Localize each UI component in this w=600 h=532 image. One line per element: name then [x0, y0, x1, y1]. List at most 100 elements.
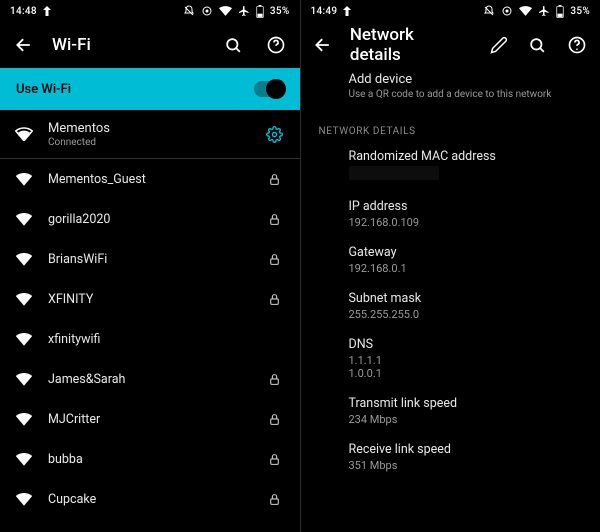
network-name: Mementos_Guest	[48, 172, 250, 187]
arrow-left-icon	[14, 35, 34, 55]
detail-value: 234 Mbps	[349, 413, 583, 426]
detail-row: Receive link speed 351 Mbps	[301, 434, 600, 480]
lock-icon	[268, 252, 281, 267]
wifi-icon	[15, 372, 33, 386]
page-title: Wi-Fi	[52, 35, 91, 55]
detail-row: Randomized MAC address	[301, 141, 600, 191]
network-name: Cupcake	[48, 492, 250, 507]
detail-key: IP address	[349, 199, 583, 214]
wifi-icon	[15, 252, 33, 266]
use-wifi-toggle-row[interactable]: Use Wi-Fi	[0, 68, 300, 110]
battery-percent: 35%	[270, 6, 290, 17]
lock-icon	[268, 372, 281, 387]
clock: 14:49	[311, 6, 338, 17]
page-title: Network details	[350, 25, 458, 65]
detail-row: IP address192.168.0.109	[301, 191, 600, 237]
wifi-icon	[15, 212, 33, 226]
network-row[interactable]: Cupcake	[0, 479, 300, 519]
detail-key: Transmit link speed	[349, 396, 583, 411]
detail-key: Randomized MAC address	[349, 149, 583, 164]
wifi-icon	[15, 172, 33, 186]
wifi-status-icon	[219, 6, 232, 16]
wifi-icon	[15, 412, 33, 426]
search-icon	[528, 36, 547, 55]
network-row[interactable]: James&Sarah	[0, 359, 300, 399]
lock-indicator	[264, 252, 286, 267]
network-name: gorilla2020	[48, 212, 250, 227]
airplane-icon	[238, 5, 250, 17]
back-button[interactable]	[311, 31, 336, 59]
lock-icon	[268, 212, 281, 227]
use-wifi-label: Use Wi-Fi	[16, 82, 254, 97]
lock-indicator	[264, 452, 286, 467]
app-bar: Network details	[301, 22, 600, 68]
lock-icon	[268, 492, 281, 507]
connected-network-row[interactable]: Mementos Connected	[0, 110, 300, 158]
status-bar: 14:49 35%	[301, 0, 600, 22]
lock-indicator	[264, 172, 286, 187]
wifi-settings-screen: 14:48 35% Wi-Fi Use Wi-Fi	[0, 0, 300, 532]
search-button[interactable]	[220, 31, 248, 59]
detail-row: Transmit link speed 234 Mbps	[301, 388, 600, 434]
redacted-value	[349, 166, 439, 180]
clock: 14:48	[10, 6, 37, 17]
network-name: BriansWiFi	[48, 252, 250, 267]
pencil-icon	[490, 36, 508, 54]
network-row[interactable]: BriansWiFi	[0, 239, 300, 279]
help-icon	[567, 35, 587, 55]
detail-key: Gateway	[349, 245, 583, 260]
arrow-left-icon	[313, 35, 333, 55]
wifi-switch[interactable]	[254, 81, 284, 97]
detail-row: Gateway192.168.0.1	[301, 237, 600, 283]
network-name: XFINITY	[48, 292, 250, 307]
wifi-icon	[15, 452, 33, 466]
location-icon	[201, 5, 213, 17]
network-row[interactable]: gorilla2020	[0, 199, 300, 239]
add-device-title: Add device	[349, 72, 583, 87]
section-header: Network Details	[301, 114, 600, 141]
network-name: James&Sarah	[48, 372, 250, 387]
lock-icon	[268, 452, 281, 467]
detail-row: DNS 1.1.1.1 1.0.0.1	[301, 329, 600, 388]
gear-icon	[266, 126, 283, 143]
dnd-off-icon	[483, 5, 495, 17]
lock-indicator	[264, 212, 286, 227]
lock-icon	[268, 172, 281, 187]
battery-icon	[556, 5, 564, 18]
network-settings-button[interactable]	[264, 126, 286, 143]
help-button[interactable]	[262, 31, 290, 59]
lock-indicator	[264, 292, 286, 307]
back-button[interactable]	[10, 31, 38, 59]
wifi-status-icon	[519, 6, 532, 16]
help-icon	[266, 35, 286, 55]
battery-icon	[256, 5, 264, 18]
add-device-row[interactable]: Add device Use a QR code to add a device…	[301, 68, 600, 114]
network-row[interactable]: MJCritter	[0, 399, 300, 439]
app-bar: Wi-Fi	[0, 22, 300, 68]
search-button[interactable]	[525, 31, 550, 59]
location-icon	[501, 5, 513, 17]
edit-button[interactable]	[486, 31, 511, 59]
detail-key: Receive link speed	[349, 442, 583, 457]
network-details-screen: 14:49 35% Network details Add devic	[300, 0, 600, 532]
network-name: Mementos	[48, 121, 250, 136]
search-icon	[224, 36, 243, 55]
lock-indicator	[264, 412, 286, 427]
detail-value: 1.1.1.1 1.0.0.1	[349, 354, 583, 380]
wifi-icon	[15, 127, 33, 141]
network-row[interactable]: xfinitywifi	[0, 319, 300, 359]
lock-indicator	[264, 492, 286, 507]
battery-percent: 35%	[570, 6, 590, 17]
detail-key: DNS	[349, 337, 583, 352]
lock-icon	[268, 412, 281, 427]
help-button[interactable]	[565, 31, 590, 59]
detail-value: 351 Mbps	[349, 459, 583, 472]
wifi-icon	[15, 492, 33, 506]
status-bar: 14:48 35%	[0, 0, 300, 22]
lock-indicator	[264, 372, 286, 387]
network-row[interactable]: bubba	[0, 439, 300, 479]
detail-value	[349, 166, 583, 183]
network-row[interactable]: XFINITY	[0, 279, 300, 319]
network-name: xfinitywifi	[48, 332, 250, 347]
network-row[interactable]: Mementos_Guest	[0, 159, 300, 199]
